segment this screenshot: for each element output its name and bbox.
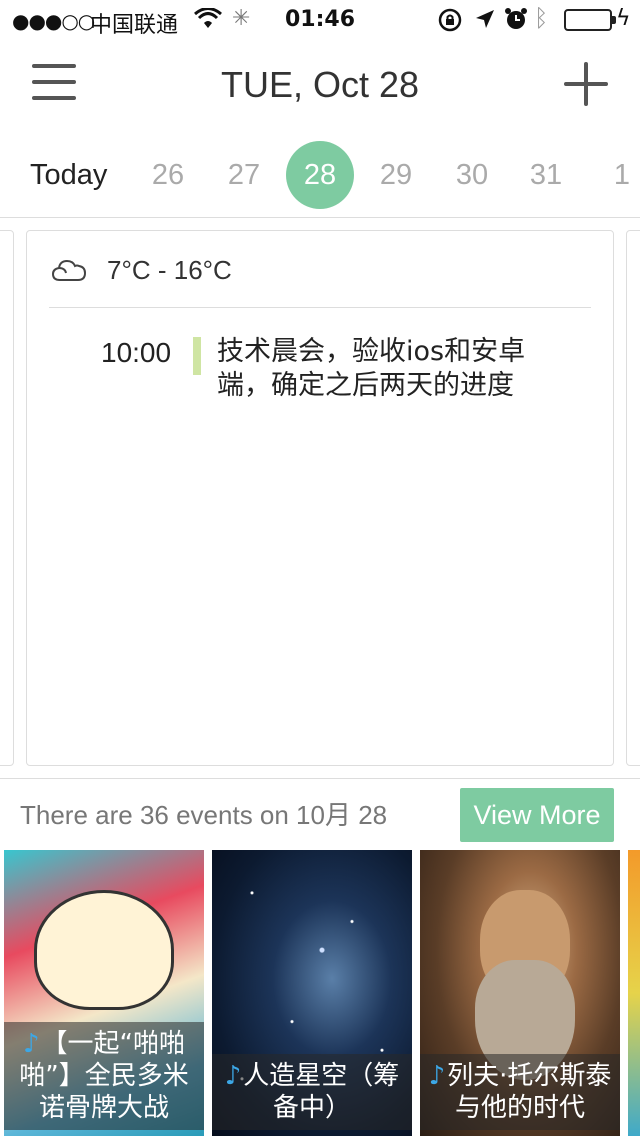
thumbnail-caption: ♪列夫·托尔斯泰与他的时代: [420, 1054, 620, 1130]
thumbnail-title: 【一起“啪啪啪”】全民多米诺骨牌大战: [19, 1029, 189, 1123]
battery-icon: [564, 9, 616, 31]
add-event-button[interactable]: [564, 62, 608, 106]
date-item[interactable]: 30: [438, 142, 506, 208]
previous-day-card[interactable]: [0, 230, 14, 766]
event-count-text: There are 36 events on 10月 28: [20, 800, 388, 830]
thumbnail-caption: ♪人造星空（筹备中）: [212, 1054, 412, 1130]
event-color-bar: [193, 337, 201, 375]
page-title: TUE, Oct 28: [220, 64, 420, 105]
music-note-icon: ♪: [22, 1029, 40, 1059]
divider: [49, 307, 591, 308]
date-today[interactable]: Today: [30, 142, 120, 208]
date-item[interactable]: 29: [362, 142, 430, 208]
bluetooth-icon: ᛒ: [534, 4, 549, 32]
event-summary: There are 36 events on 10月 28 View More: [0, 778, 640, 844]
location-icon: [474, 8, 496, 36]
event-thumbnail[interactable]: ♪列夫·托尔斯泰与他的时代: [420, 850, 620, 1136]
day-card[interactable]: 7°C - 16°C 10:00 技术晨会，验收ios和安卓端，确定之后两天的进…: [26, 230, 614, 766]
cloud-icon: [51, 259, 87, 281]
thumbnail-title: 人造星空（筹备中）: [243, 1061, 400, 1123]
date-item[interactable]: 31: [512, 142, 580, 208]
nav-bar: TUE, Oct 28: [0, 40, 640, 132]
next-day-card[interactable]: [626, 230, 640, 766]
event-item[interactable]: 10:00 技术晨会，验收ios和安卓端，确定之后两天的进度: [27, 335, 615, 415]
status-bar: ●●●○○ 中国联通 ✳ 01:46 ᛒ ϟ: [0, 0, 640, 40]
recommended-events: ♪【一起“啪啪啪”】全民多米诺骨牌大战 ♪人造星空（筹备中） ♪列夫·托尔斯泰与…: [0, 850, 640, 1136]
event-thumbnail[interactable]: ♪【一起“啪啪啪”】全民多米诺骨牌大战: [4, 850, 204, 1136]
date-strip[interactable]: Today 26 27 28 29 30 31 1: [0, 132, 640, 218]
event-title: 技术晨会，验收ios和安卓端，确定之后两天的进度: [217, 336, 526, 401]
thumbnail-title: 列夫·托尔斯泰与他的时代: [447, 1061, 612, 1123]
temperature-range: 7°C - 16°C: [107, 255, 232, 285]
date-item-selected[interactable]: 28: [286, 141, 354, 209]
date-item[interactable]: 26: [134, 142, 202, 208]
thumbnail-caption: ♪【一起“啪啪啪”】全民多米诺骨牌大战: [4, 1022, 204, 1130]
event-time: 10:00: [101, 337, 172, 368]
event-thumbnail-partial[interactable]: [628, 850, 640, 1136]
charging-icon: ϟ: [616, 6, 631, 31]
event-thumbnail[interactable]: ♪人造星空（筹备中）: [212, 850, 412, 1136]
rotation-lock-icon: [438, 8, 462, 38]
music-note-icon: ♪: [428, 1061, 446, 1091]
poster-image: [34, 890, 174, 1010]
date-item[interactable]: 1: [608, 142, 636, 208]
music-note-icon: ♪: [224, 1061, 242, 1091]
date-item[interactable]: 27: [210, 142, 278, 208]
view-more-button[interactable]: View More: [460, 788, 614, 842]
alarm-icon: [504, 7, 528, 37]
